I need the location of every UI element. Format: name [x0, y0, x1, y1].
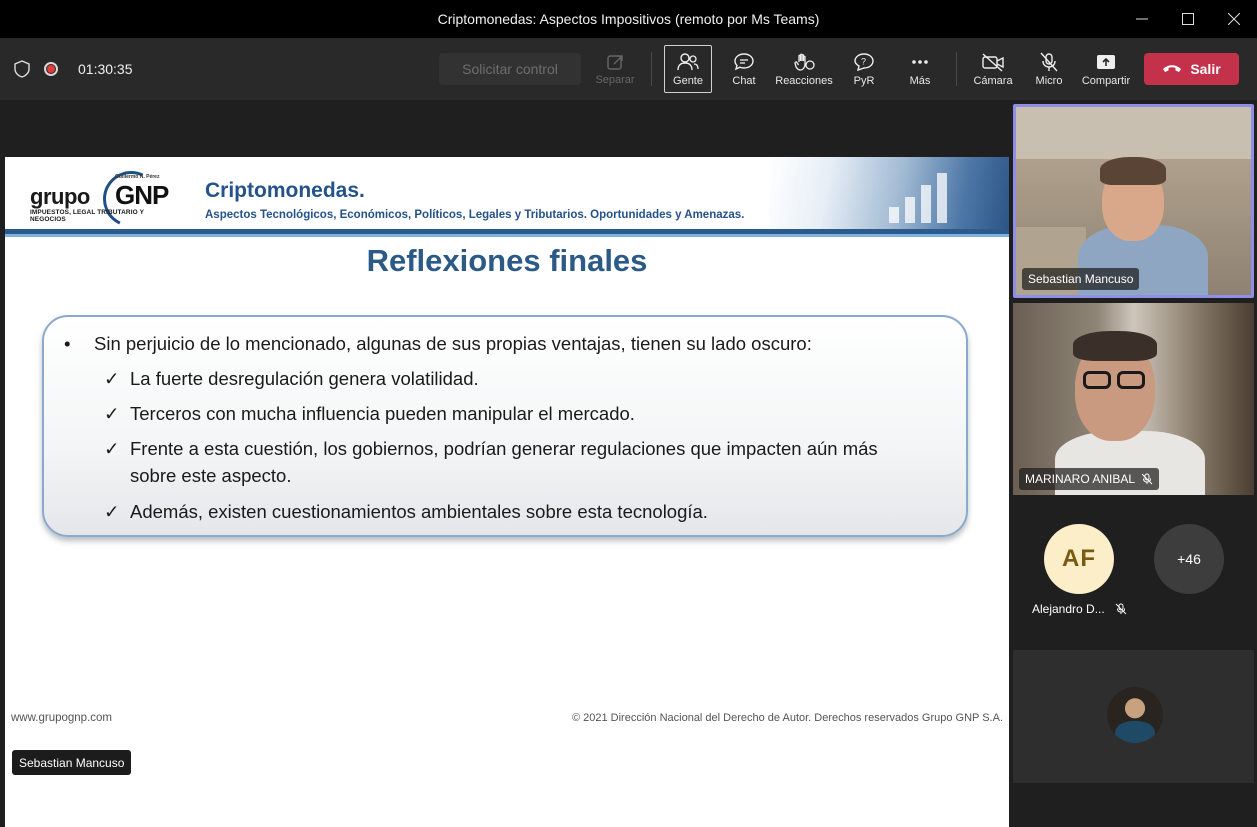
- svg-text:?: ?: [861, 56, 866, 66]
- checkmark-icon: ✓: [104, 403, 120, 424]
- people-label: Gente: [673, 74, 703, 87]
- self-avatar: [1107, 687, 1163, 743]
- participant-name: MARINARO ANIBAL: [1025, 472, 1136, 486]
- bullet-mark: •: [64, 333, 71, 354]
- self-view-tile[interactable]: [1013, 650, 1254, 783]
- camera-label: Cámara: [973, 74, 1013, 87]
- qa-button[interactable]: ? PyR: [846, 45, 882, 93]
- qa-icon: ?: [854, 52, 874, 71]
- shared-content-stage: Guillermo N. Pérez grupo GNP IMPUESTOS, …: [0, 100, 1010, 827]
- minimize-button[interactable]: [1119, 0, 1165, 38]
- participant-name: Sebastian Mancuso: [1028, 272, 1134, 286]
- meeting-toolbar: 01:30:35 Solicitar control Separar Gente…: [0, 38, 1257, 100]
- check-item: ✓ La fuerte desregulación genera volatil…: [104, 365, 920, 392]
- window-controls: [1119, 0, 1257, 38]
- pop-out-icon: [607, 54, 623, 70]
- participants-panel: Sebastian Mancuso MARINARO ANIBAL AF +46…: [1010, 100, 1257, 783]
- check-item: ✓ Terceros con mucha influencia pueden m…: [104, 400, 920, 427]
- camera-off-icon: [982, 52, 1004, 72]
- grupo-gnp-logo: Guillermo N. Pérez grupo GNP IMPUESTOS, …: [27, 163, 172, 235]
- share-label: Compartir: [1081, 74, 1131, 87]
- leave-button[interactable]: Salir: [1144, 53, 1239, 85]
- header-divider-light: [5, 234, 1009, 237]
- slide-content-box: • Sin perjuicio de lo mencionado, alguna…: [42, 315, 968, 537]
- window-title-bar: Criptomonedas: Aspectos Impositivos (rem…: [0, 0, 1257, 38]
- people-button[interactable]: Gente: [664, 45, 712, 93]
- separar-label: Separar: [595, 73, 635, 86]
- request-control-button[interactable]: Solicitar control: [439, 53, 581, 85]
- participant-avatar[interactable]: AF: [1044, 524, 1114, 594]
- participant-video-tile[interactable]: Sebastian Mancuso: [1013, 104, 1254, 298]
- camera-button[interactable]: Cámara: [970, 45, 1016, 93]
- bullet-point: • Sin perjuicio de lo mencionado, alguna…: [64, 333, 812, 355]
- slide-header: Guillermo N. Pérez grupo GNP IMPUESTOS, …: [5, 157, 1009, 237]
- participant-name-tag: MARINARO ANIBAL: [1019, 468, 1160, 490]
- chat-button[interactable]: Chat: [724, 45, 764, 93]
- participant-name-tag: Sebastian Mancuso: [1022, 268, 1140, 290]
- people-icon: [677, 52, 699, 70]
- chat-label: Chat: [732, 74, 756, 87]
- mic-off-icon: [1115, 603, 1127, 615]
- meeting-status: 01:30:35: [14, 38, 133, 100]
- toolbar-divider: [651, 52, 652, 86]
- slide-footer-copyright: © 2021 Dirección Nacional del Derecho de…: [571, 712, 1003, 724]
- leave-label: Salir: [1190, 61, 1221, 77]
- check-item-text: Además, existen cuestionamientos ambient…: [130, 501, 708, 522]
- check-item-text: La fuerte desregulación genera volatilid…: [130, 368, 479, 389]
- slide-footer-website: www.grupognp.com: [11, 712, 112, 724]
- toolbar-divider: [956, 52, 957, 86]
- more-button[interactable]: Más: [903, 45, 937, 93]
- bullet-text: Sin perjuicio de lo mencionado, algunas …: [94, 333, 812, 354]
- maximize-button[interactable]: [1165, 0, 1211, 38]
- presenter-name-label: Sebastian Mancuso: [12, 750, 132, 775]
- logo-gnp-text: GNP: [115, 180, 169, 210]
- reactions-label: Reacciones: [775, 74, 833, 87]
- separar-button[interactable]: Separar: [595, 45, 635, 93]
- more-icon: [912, 59, 928, 64]
- check-item: ✓ Frente a esta cuestión, los gobiernos,…: [104, 435, 920, 489]
- slide-subtitle: Aspectos Tecnológicos, Económicos, Polít…: [205, 209, 745, 221]
- presentation-slide: Guillermo N. Pérez grupo GNP IMPUESTOS, …: [5, 157, 1009, 827]
- share-icon: [1097, 54, 1115, 69]
- check-item-text: Frente a esta cuestión, los gobiernos, p…: [130, 438, 878, 486]
- window-title: Criptomonedas: Aspectos Impositivos (rem…: [437, 11, 820, 27]
- logo-grupo-text: grupo: [30, 184, 90, 209]
- check-item-text: Terceros con mucha influencia pueden man…: [130, 403, 635, 424]
- slide-heading: Reflexiones finales: [366, 243, 648, 278]
- mic-off-icon: [1040, 52, 1058, 71]
- participant-name-row: Alejandro D...: [1032, 602, 1127, 616]
- header-decorative-image: [769, 157, 1009, 229]
- reactions-button[interactable]: Reacciones: [775, 45, 833, 93]
- more-label: Más: [909, 74, 931, 87]
- participant-name: Alejandro D...: [1032, 602, 1105, 616]
- logo-tagline: IMPUESTOS, LEGAL TRIBUTARIO Y NEGOCIOS: [30, 209, 144, 223]
- more-participants-button[interactable]: +46: [1154, 524, 1224, 594]
- close-window-button[interactable]: [1211, 0, 1257, 38]
- checkmark-icon: ✓: [104, 501, 120, 522]
- maximize-icon: [1182, 13, 1194, 25]
- participant-video-tile[interactable]: MARINARO ANIBAL: [1013, 303, 1254, 495]
- qa-label: PyR: [853, 74, 875, 87]
- meeting-timer: 01:30:35: [78, 61, 133, 77]
- hang-up-icon: [1163, 65, 1182, 72]
- participant-video: [1016, 107, 1251, 295]
- mic-button[interactable]: Micro: [1031, 45, 1067, 93]
- share-button[interactable]: Compartir: [1080, 45, 1132, 93]
- checkmark-icon: ✓: [104, 438, 120, 459]
- checkmark-icon: ✓: [104, 368, 120, 389]
- mic-off-icon: [1141, 473, 1153, 485]
- chat-icon: [734, 52, 754, 70]
- slide-title: Criptomonedas.: [205, 179, 365, 202]
- recording-icon: [44, 62, 58, 76]
- minimize-icon: [1136, 18, 1148, 20]
- shield-icon[interactable]: [14, 60, 30, 78]
- participant-video: [1013, 303, 1254, 495]
- raise-hand-icon: [794, 53, 815, 71]
- close-icon: [1228, 13, 1240, 25]
- check-item: ✓ Además, existen cuestionamientos ambie…: [104, 498, 920, 525]
- mic-label: Micro: [1035, 74, 1063, 87]
